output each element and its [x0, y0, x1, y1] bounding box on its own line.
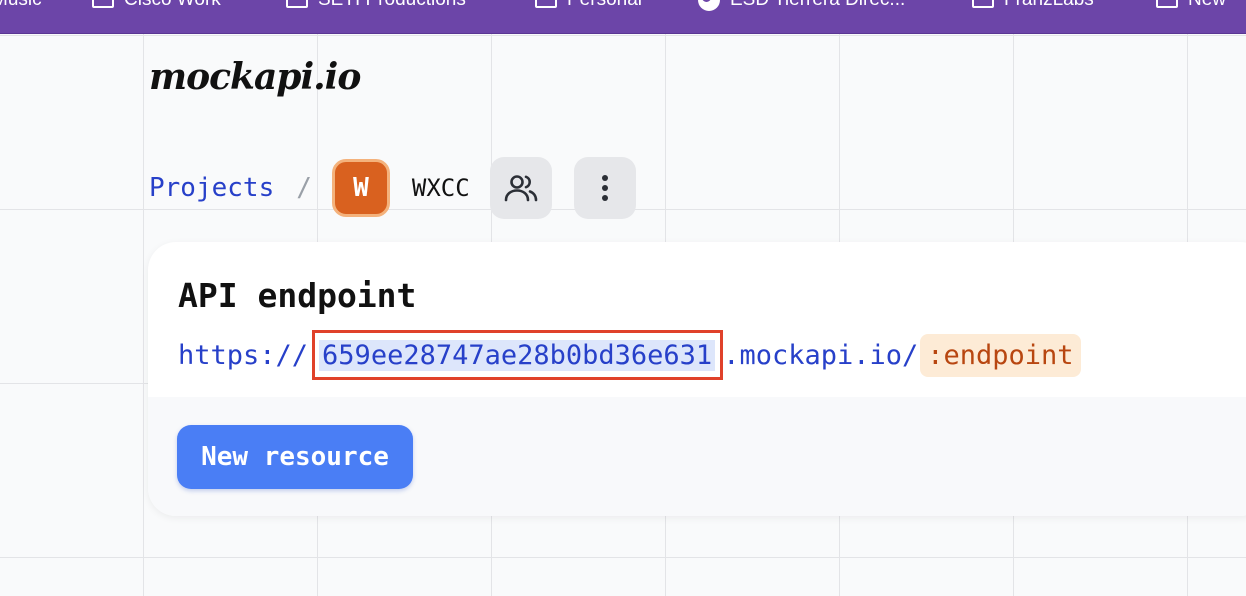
url-endpoint-placeholder: :endpoint	[920, 333, 1081, 377]
breadcrumb: Projects / W WXCC	[149, 156, 636, 220]
bookmark-label: New	[1188, 0, 1226, 11]
more-vertical-icon	[601, 175, 608, 201]
bookmark-label: ESD Tierrera Direc...	[730, 0, 905, 11]
bookmark-seti-productions[interactable]: SETI Productions	[286, 0, 466, 12]
folder-icon	[535, 0, 557, 8]
bookmarks-bar: Music Cisco Work SETI Productions Person…	[0, 0, 1246, 34]
bookmark-label: Music	[0, 0, 42, 11]
mockapi-logo[interactable]: mockapi.io	[149, 56, 361, 98]
folder-icon	[286, 0, 308, 8]
api-endpoint-card: API endpoint https:// 659ee28747ae28b0bd…	[148, 242, 1246, 516]
bookmark-label: FranzLabs	[1004, 0, 1094, 11]
users-icon	[504, 175, 537, 202]
avatar-letter: W	[353, 173, 369, 203]
folder-icon	[1156, 0, 1178, 8]
projects-link[interactable]: Projects	[149, 173, 274, 203]
more-options-button[interactable]	[573, 157, 636, 219]
bookmark-esd[interactable]: ESD Tierrera Direc...	[698, 0, 905, 12]
folder-icon	[92, 0, 114, 8]
folder-icon	[972, 0, 994, 8]
members-button[interactable]	[489, 157, 552, 219]
project-avatar[interactable]: W	[331, 159, 390, 217]
url-project-id[interactable]: 659ee28747ae28b0bd36e631	[319, 340, 716, 371]
url-host: .mockapi.io/	[723, 339, 919, 371]
bookmark-music[interactable]: Music	[0, 0, 42, 12]
breadcrumb-separator: /	[296, 173, 312, 203]
globe-icon	[698, 0, 720, 11]
bookmark-label: Cisco Work	[124, 0, 221, 11]
card-title: API endpoint	[178, 276, 417, 315]
endpoint-url: https:// 659ee28747ae28b0bd36e631 .mocka…	[178, 330, 1081, 380]
bookmark-label: SETI Productions	[318, 0, 466, 11]
bookmark-label: Personal	[567, 0, 642, 11]
url-id-highlight: 659ee28747ae28b0bd36e631	[312, 330, 724, 380]
bookmark-new[interactable]: New	[1156, 0, 1226, 12]
project-name: WXCC	[411, 174, 470, 202]
new-resource-button[interactable]: New resource	[177, 425, 413, 489]
url-scheme: https://	[178, 339, 309, 371]
bookmark-personal[interactable]: Personal	[535, 0, 642, 12]
bookmark-cisco-work[interactable]: Cisco Work	[92, 0, 221, 12]
bookmark-franzlabs[interactable]: FranzLabs	[972, 0, 1094, 12]
